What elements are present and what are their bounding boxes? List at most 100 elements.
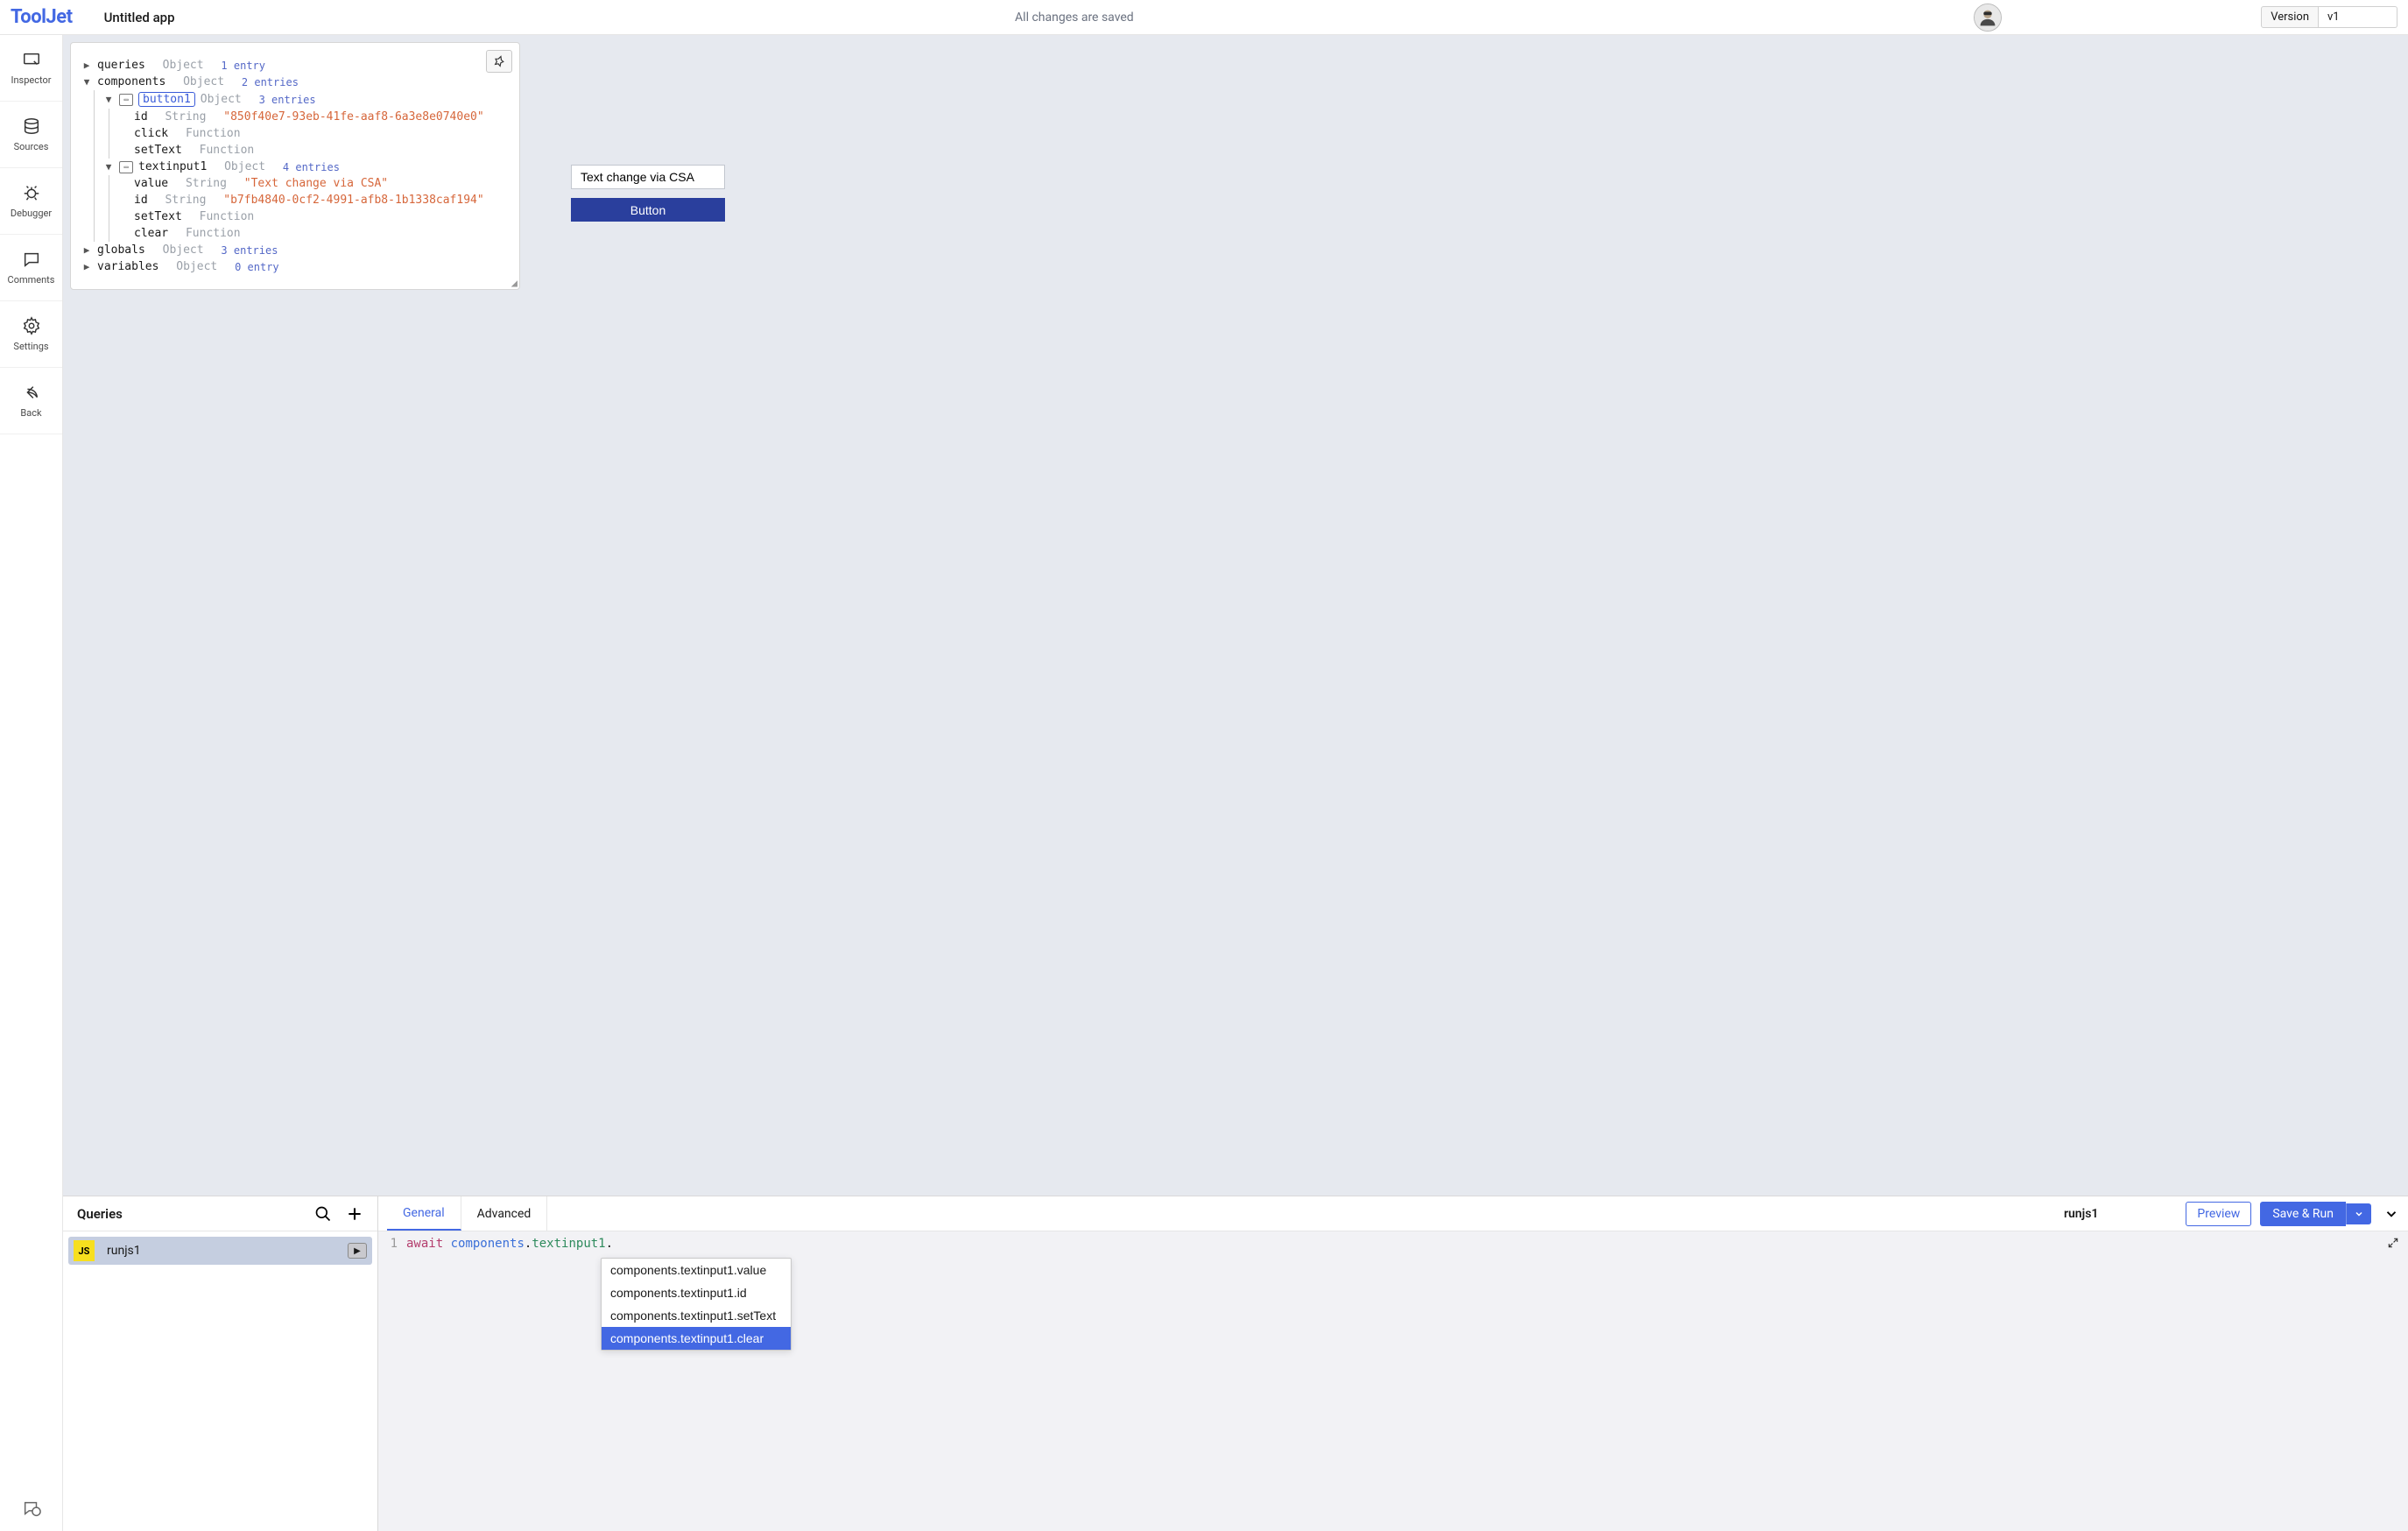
chevron-right-icon[interactable]: ▶ <box>81 60 92 71</box>
gear-icon <box>22 316 41 335</box>
textinput1-widget[interactable] <box>571 165 725 189</box>
tree-row-button1-click[interactable]: click Function <box>118 125 509 142</box>
tree-value: "Text change via CSA" <box>244 177 388 190</box>
tree-row-textinput1[interactable]: ▼ ▭ textinput1 Object 4 entries <box>103 159 509 175</box>
tree-meta: 3 entries <box>259 94 316 106</box>
inspector-icon <box>22 50 41 69</box>
chevron-right-icon[interactable]: ▶ <box>81 261 92 272</box>
autocomplete-option[interactable]: components.textinput1.clear <box>602 1327 791 1350</box>
code-token: . <box>606 1237 613 1251</box>
tree-key: button1 <box>138 92 195 107</box>
tree-row-variables[interactable]: ▶ variables Object 0 entry <box>81 258 509 275</box>
tree-row-button1[interactable]: ▼ ▭ button1 Object 3 entries <box>103 90 509 109</box>
sidebar-item-label: Inspector <box>11 74 51 86</box>
save-run-dropdown[interactable] <box>2346 1203 2371 1224</box>
search-icon[interactable] <box>314 1205 332 1223</box>
tree-type: Object <box>163 243 204 257</box>
tree-type: Function <box>186 227 241 240</box>
tree-key: clear <box>134 227 168 240</box>
bug-icon <box>22 183 41 202</box>
autocomplete-option[interactable]: components.textinput1.id <box>602 1281 791 1304</box>
collapse-button[interactable] <box>2383 1206 2399 1222</box>
tree-row-ti-value[interactable]: value String "Text change via CSA" <box>118 175 509 192</box>
logo[interactable]: ToolJet <box>11 6 73 28</box>
query-editor-panel: General Advanced runjs1 Preview Save & R… <box>378 1196 2408 1531</box>
preview-button[interactable]: Preview <box>2186 1202 2251 1226</box>
save-run-button[interactable]: Save & Run <box>2260 1202 2346 1226</box>
chevron-down-icon[interactable]: ▼ <box>81 76 92 88</box>
tab-general[interactable]: General <box>387 1196 461 1231</box>
sidebar-item-comments[interactable]: Comments <box>0 235 62 301</box>
tree-key: components <box>97 75 165 88</box>
chevron-down-icon[interactable]: ▼ <box>103 161 114 173</box>
tree-row-ti-id[interactable]: id String "b7fb4840-0cf2-4991-afb8-1b133… <box>118 192 509 208</box>
database-icon <box>22 116 41 136</box>
comment-icon <box>22 250 41 269</box>
pin-button[interactable] <box>486 50 512 73</box>
app-title[interactable]: Untitled app <box>104 10 175 25</box>
tree-meta: 4 entries <box>283 161 340 173</box>
expand-icon <box>2387 1237 2399 1249</box>
expand-editor-button[interactable] <box>2387 1237 2399 1252</box>
tree-row-queries[interactable]: ▶ queries Object 1 entry <box>81 57 509 74</box>
chevron-right-icon[interactable]: ▶ <box>81 244 92 256</box>
js-badge: JS <box>74 1240 95 1261</box>
tree-row-ti-settext[interactable]: setText Function <box>118 208 509 225</box>
button1-widget[interactable]: Button <box>571 198 725 222</box>
version-value[interactable]: v1 <box>2319 6 2397 28</box>
queries-list-panel: Queries JS runjs1 ▶ <box>63 1196 378 1531</box>
sidebar-item-label: Back <box>20 407 41 419</box>
tree-row-button1-settext[interactable]: setText Function <box>118 142 509 159</box>
sidebar-chat[interactable] <box>0 1487 62 1531</box>
tree-key: variables <box>97 260 158 273</box>
sidebar-item-sources[interactable]: Sources <box>0 102 62 168</box>
query-name: runjs1 <box>107 1244 335 1258</box>
tab-advanced[interactable]: Advanced <box>461 1196 548 1231</box>
tree-type: Function <box>200 210 255 223</box>
query-item-runjs1[interactable]: JS runjs1 ▶ <box>68 1237 372 1265</box>
component-icon: ▭ <box>119 161 133 173</box>
sidebar-item-debugger[interactable]: Debugger <box>0 168 62 235</box>
line-number: 1 <box>378 1237 406 1251</box>
add-icon[interactable] <box>346 1205 363 1223</box>
tree-key: globals <box>97 243 145 257</box>
resize-handle[interactable]: ◢ <box>509 279 518 287</box>
left-sidebar: Inspector Sources Debugger Comments Sett… <box>0 35 63 1531</box>
sidebar-item-label: Settings <box>13 341 48 352</box>
run-query-button[interactable]: ▶ <box>348 1243 367 1259</box>
canvas[interactable]: ▶ queries Object 1 entry ▼ components Ob… <box>63 35 2408 1196</box>
autocomplete-popup: components.textinput1.value components.t… <box>601 1258 792 1351</box>
tree-type: Object <box>201 93 242 106</box>
chevron-down-icon <box>2383 1206 2399 1222</box>
tree-key: click <box>134 127 168 140</box>
sidebar-item-back[interactable]: Back <box>0 368 62 434</box>
queries-panel: Queries JS runjs1 ▶ General <box>63 1196 2408 1531</box>
autocomplete-option[interactable]: components.textinput1.value <box>602 1259 791 1281</box>
sidebar-item-label: Comments <box>8 274 55 286</box>
version-label: Version <box>2261 6 2319 28</box>
chevron-down-icon[interactable]: ▼ <box>103 94 114 105</box>
tree-type: String <box>186 177 227 190</box>
tree-type: String <box>165 110 206 123</box>
avatar[interactable] <box>1974 4 2002 32</box>
sidebar-item-inspector[interactable]: Inspector <box>0 35 62 102</box>
tree-key: value <box>134 177 168 190</box>
tree-row-button1-id[interactable]: id String "850f40e7-93eb-41fe-aaf8-6a3e8… <box>118 109 509 125</box>
sidebar-item-label: Debugger <box>11 208 52 219</box>
version-selector[interactable]: Version v1 <box>2261 6 2397 28</box>
tree-row-components[interactable]: ▼ components Object 2 entries <box>81 74 509 90</box>
tree-meta: 3 entries <box>221 244 278 257</box>
save-status: All changes are saved <box>207 11 1943 25</box>
code-token: components <box>451 1237 525 1251</box>
sidebar-item-settings[interactable]: Settings <box>0 301 62 368</box>
code-editor[interactable]: 1 await components.textinput1. compone <box>378 1231 2408 1531</box>
tree-row-ti-clear[interactable]: clear Function <box>118 225 509 242</box>
tree-key: textinput1 <box>138 160 207 173</box>
tree-type: Object <box>224 160 265 173</box>
tree-row-globals[interactable]: ▶ globals Object 3 entries <box>81 242 509 258</box>
tree-key: setText <box>134 210 182 223</box>
active-query-title: runjs1 <box>2064 1207 2098 1221</box>
tree-type: Object <box>176 260 217 273</box>
autocomplete-option[interactable]: components.textinput1.setText <box>602 1304 791 1327</box>
chevron-down-icon <box>2354 1209 2364 1219</box>
